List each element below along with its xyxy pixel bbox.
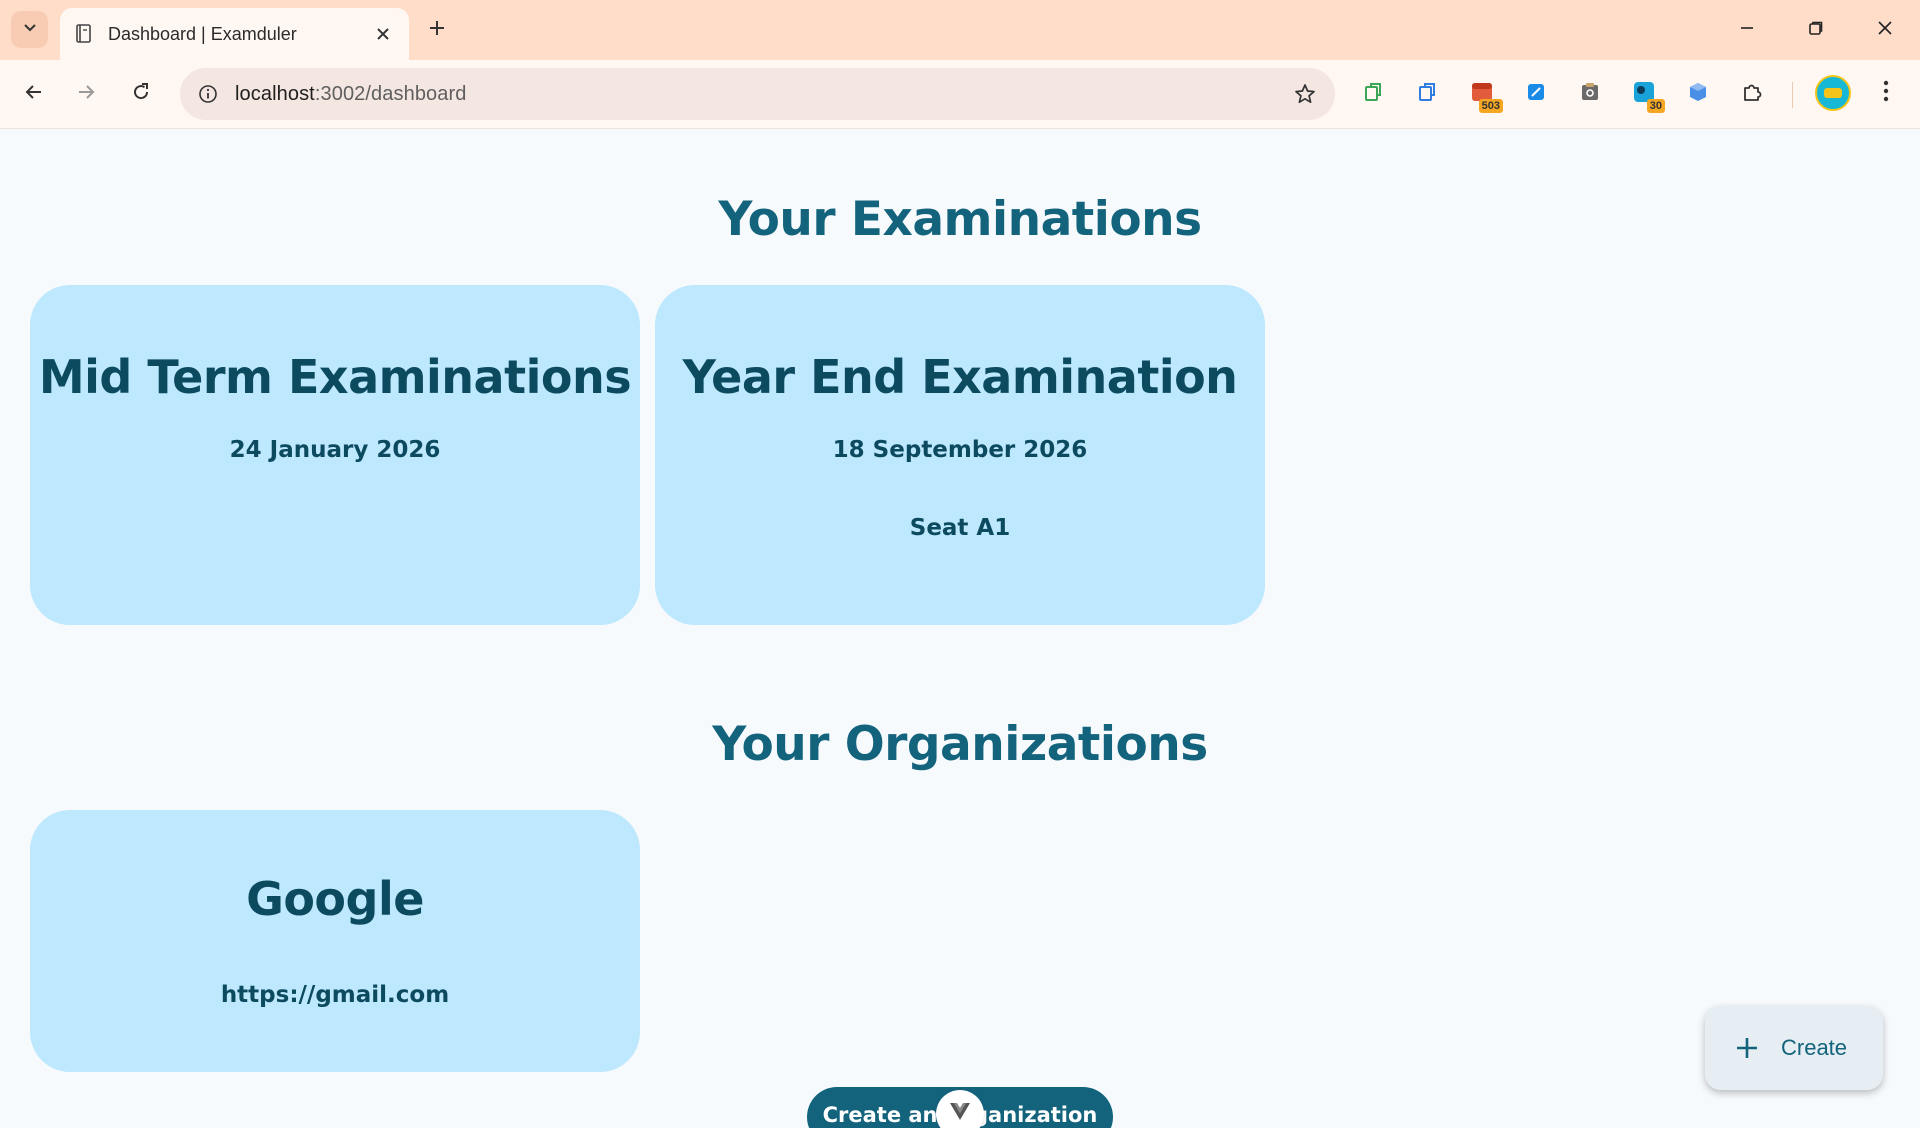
extensions-menu-button[interactable] [1735, 77, 1769, 111]
examinations-heading: Your Examinations [718, 192, 1202, 247]
dashboard-page: Your Examinations Mid Term Examinations … [0, 130, 1920, 1128]
bookmark-star-icon[interactable] [1289, 78, 1321, 110]
create-fab-button[interactable]: Create [1705, 1006, 1883, 1090]
minimize-window-button[interactable] [1724, 12, 1770, 48]
exam-card[interactable]: Mid Term Examinations 24 January 2026 [30, 285, 640, 625]
active-tab[interactable]: Dashboard | Examduler [60, 8, 409, 60]
reload-icon [131, 82, 151, 107]
close-window-button[interactable] [1862, 12, 1908, 48]
new-tab-button[interactable] [420, 13, 454, 47]
puzzle-extensions-icon [1740, 80, 1764, 109]
close-icon [1877, 20, 1893, 41]
address-bar[interactable]: localhost:3002/dashboard [180, 68, 1335, 120]
tab-search-button[interactable] [11, 11, 48, 48]
plus-icon [428, 19, 446, 42]
url-host: localhost [235, 82, 315, 105]
tab-strip: Dashboard | Examduler [0, 0, 1920, 60]
book-favicon-icon [74, 24, 94, 44]
chevron-down-icon [22, 19, 38, 40]
minimize-icon [1739, 20, 1755, 41]
fab-label: Create [1781, 1035, 1848, 1060]
green-square-extension-icon [1363, 81, 1385, 108]
extension-clipboard[interactable] [1573, 77, 1607, 111]
exam-title: Mid Term Examinations [38, 350, 632, 404]
extension-blue[interactable] [1411, 77, 1445, 111]
extension-calendar[interactable]: 503 [1465, 77, 1503, 113]
exam-seat: Seat A1 [909, 515, 1011, 541]
exam-date: 24 January 2026 [229, 437, 441, 463]
profile-avatar[interactable] [1815, 75, 1851, 111]
plus-icon [1733, 1034, 1761, 1062]
organization-url: https://gmail.com [220, 982, 450, 1008]
extension-badge: 503 [1478, 99, 1503, 113]
back-button[interactable] [14, 74, 54, 114]
tab-title: Dashboard | Examduler [108, 23, 297, 44]
more-vertical-icon [1883, 80, 1889, 107]
extension-pen[interactable] [1519, 77, 1553, 111]
extension-badge: 30 [1646, 99, 1665, 113]
extension-chat[interactable]: 30 [1627, 77, 1665, 113]
organizations-heading: Your Organizations [712, 717, 1208, 772]
avatar-icon [1824, 88, 1842, 98]
blue-square-extension-icon [1417, 81, 1439, 108]
restore-icon [1808, 20, 1824, 41]
extension-green[interactable] [1357, 77, 1391, 111]
restore-window-button[interactable] [1793, 12, 1839, 48]
site-info-icon[interactable] [192, 78, 224, 110]
arrow-right-icon [76, 82, 96, 107]
forward-button[interactable] [66, 74, 106, 114]
organization-card[interactable]: Google https://gmail.com [30, 810, 640, 1072]
toolbar-divider [1792, 82, 1793, 108]
exam-card[interactable]: Year End Examination 18 September 2026 S… [655, 285, 1265, 625]
extension-cube[interactable] [1681, 77, 1715, 111]
reload-button[interactable] [121, 74, 161, 114]
browser-menu-button[interactable] [1870, 75, 1902, 111]
clipboard-extension-icon [1579, 81, 1601, 108]
vue-logo-icon [949, 1102, 971, 1127]
url-text[interactable]: localhost:3002/dashboard [235, 83, 466, 106]
blue-cube-extension-icon [1687, 81, 1709, 108]
browser-toolbar: localhost:3002/dashboard 503 30 [0, 60, 1920, 129]
close-tab-icon[interactable] [371, 22, 395, 46]
url-path: :3002/dashboard [314, 82, 467, 105]
exam-title: Year End Examination [682, 350, 1238, 404]
exam-date: 18 September 2026 [832, 437, 1088, 463]
blue-pen-extension-icon [1525, 81, 1547, 108]
organization-name: Google [246, 872, 424, 926]
arrow-left-icon [24, 82, 44, 107]
